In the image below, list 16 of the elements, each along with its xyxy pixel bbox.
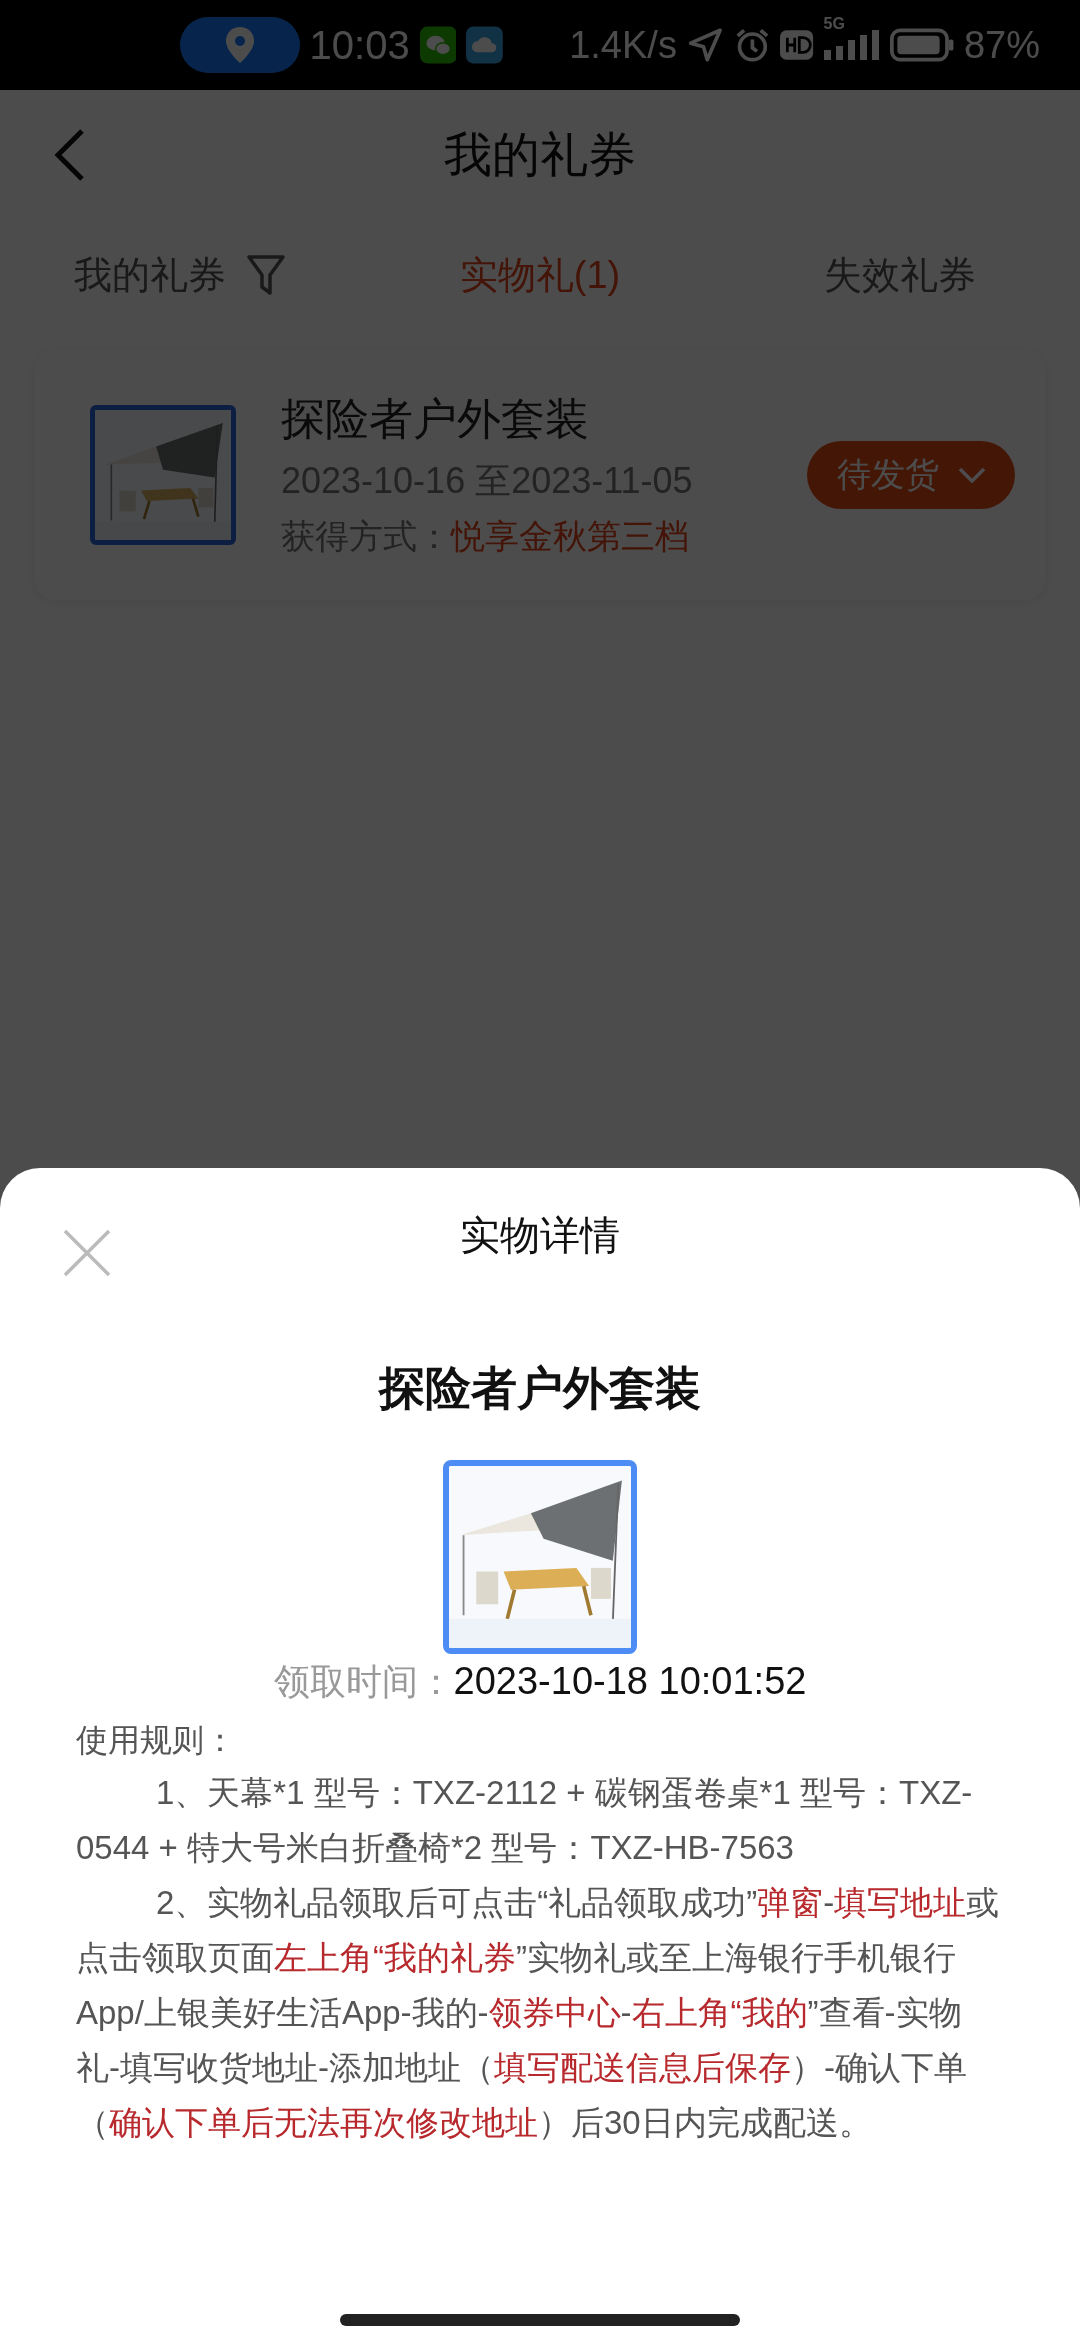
rule-paragraph: 2、实物礼品领取后可点击“礼品领取成功”弹窗-填写地址或点击领取页面左上角“我的礼券”实物礼或至上海银行手机银行App/上银美好生活App-我的-领券中心-右上角“我的”查看-实物礼-填写收货地址-添加地址（填写配送信息后保存）-确认下单（确认下单后无法再次修改地址）后30日内完成配送。 — [76, 1883, 1001, 2143]
claim-time: 2023-10-18 10:01:52 — [453, 1660, 807, 1703]
network-type: 5G — [823, 16, 845, 32]
rules-title: 使用规则： — [76, 1721, 237, 1760]
claim-time-label: 领取时间： — [273, 1660, 454, 1704]
tab[interactable]: 实物礼(1) — [459, 249, 621, 301]
rule-paragraph: 1、天幕*1 型号：TXZ-2112 + 碳钢蛋卷桌*1 型号：TXZ-0544 + 特大号米白折叠椅*2 型号：TXZ-HB-7563 — [76, 1773, 974, 1868]
item-name: 探险者户外套装 — [379, 1361, 701, 1416]
close-icon[interactable] — [62, 1228, 112, 1278]
page-title: 我的礼券 — [444, 127, 636, 183]
sheet-title: 实物详情 — [460, 1212, 620, 1259]
network-speed: 1.4K/s — [569, 23, 677, 67]
gift-name: 探险者户外套装 — [281, 393, 590, 445]
source-campaign: 悦享金秋第三档 — [451, 516, 689, 557]
clock: 10:03 — [309, 22, 410, 68]
battery-level: 87% — [963, 23, 1040, 67]
